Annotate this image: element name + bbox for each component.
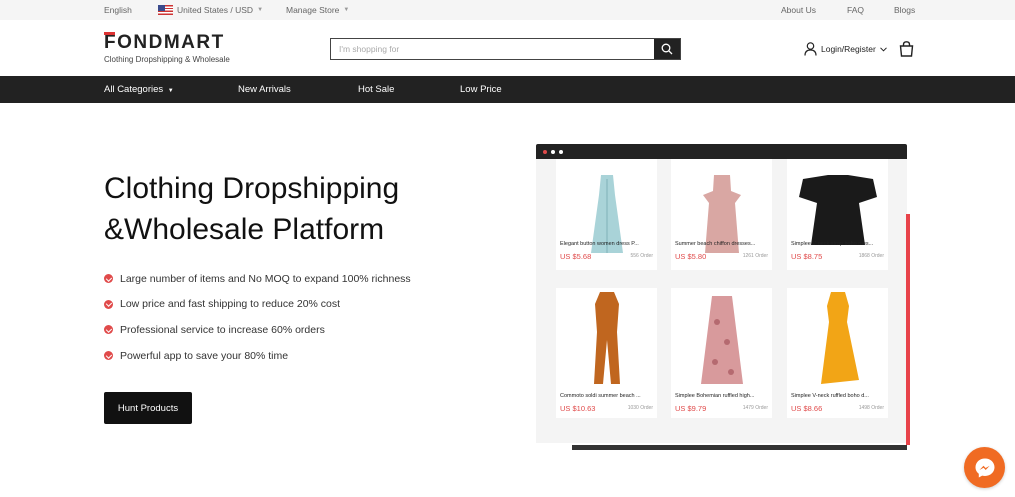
nav-low-price[interactable]: Low Price: [460, 84, 502, 95]
nav-hot-sale[interactable]: Hot Sale: [358, 84, 394, 95]
check-circle-icon: [104, 299, 113, 309]
region-selector[interactable]: United States / USD ▼: [158, 5, 263, 15]
language-label: English: [104, 5, 132, 15]
hero-title-line1: Clothing Dropshipping: [104, 172, 400, 205]
window-dot-icon: [543, 150, 547, 154]
logo-accent-mark: [104, 32, 115, 35]
feature-text: Large number of items and No MOQ to expa…: [120, 272, 411, 285]
login-register-menu[interactable]: Login/Register: [804, 42, 887, 56]
product-price: US $8.75: [791, 252, 823, 261]
language-selector[interactable]: English: [104, 5, 132, 15]
skirt-icon: [700, 296, 743, 384]
search-button[interactable]: [654, 39, 680, 59]
product-orders: 1868 Order: [858, 253, 884, 259]
login-register-label: Login/Register: [821, 44, 876, 54]
product-card[interactable]: Commoto soldi summer beach ... US $10.63…: [556, 288, 657, 418]
product-price: US $5.80: [675, 252, 707, 261]
product-showcase-mockup: Elegant button women dress P... US $5.68…: [536, 144, 910, 450]
feature-list: Large number of items and No MOQ to expa…: [104, 266, 411, 368]
feature-text: Professional service to increase 60% ord…: [120, 323, 325, 336]
chevron-down-icon: ▼: [257, 7, 264, 13]
feature-text: Low price and fast shipping to reduce 20…: [120, 298, 341, 311]
product-image: [671, 288, 772, 386]
messenger-icon: [975, 458, 994, 477]
dress-icon: [820, 292, 859, 384]
window-dot-icon: [551, 150, 555, 154]
tagline: Clothing Dropshipping & Wholesale: [104, 55, 230, 64]
chevron-down-icon: ▼: [343, 7, 350, 13]
product-price: US $9.79: [675, 404, 707, 413]
product-orders: 1498 Order: [858, 405, 884, 411]
product-orders: 556 Order: [630, 253, 653, 259]
window-dot-icon: [559, 150, 563, 154]
logo[interactable]: FONDMART: [104, 32, 225, 54]
nav-all-categories[interactable]: All Categories ▼: [104, 84, 174, 95]
feature-item: Large number of items and No MOQ to expa…: [104, 266, 411, 292]
product-name: Summer beach chiffon dresses...: [675, 241, 756, 247]
caret-down-icon: ▼: [167, 88, 174, 94]
product-orders: 1030 Order: [627, 405, 653, 411]
feature-item: Professional service to increase 60% ord…: [104, 317, 411, 343]
site-header: FONDMART Clothing Dropshipping & Wholesa…: [0, 20, 1015, 76]
mockup-scrollbar: [906, 214, 910, 445]
product-name: Simplee Bohemian ruffled high...: [675, 393, 755, 399]
product-orders: 1261 Order: [742, 253, 768, 259]
blogs-link[interactable]: Blogs: [894, 5, 915, 15]
chevron-down-icon: [879, 46, 887, 52]
check-circle-icon: [104, 325, 113, 335]
product-card[interactable]: Simplee Bohemian ruffled high... US $9.7…: [671, 288, 772, 418]
feature-item: Powerful app to save your 80% time: [104, 343, 411, 369]
hunt-products-button[interactable]: Hunt Products: [104, 392, 192, 424]
product-image: [556, 288, 657, 386]
product-grid: Elegant button women dress P... US $5.68…: [536, 159, 907, 443]
manage-store-label: Manage Store: [286, 5, 340, 15]
region-label: United States / USD: [177, 5, 254, 15]
logo-text: FONDMART: [104, 32, 225, 53]
manage-store-menu[interactable]: Manage Store ▼: [286, 5, 349, 15]
hero-title: Clothing Dropshipping &Wholesale Platfor…: [104, 168, 399, 250]
feature-text: Powerful app to save your 80% time: [120, 349, 289, 362]
shopping-bag-icon: [899, 41, 914, 57]
product-orders: 1479 Order: [742, 405, 768, 411]
product-image: [787, 288, 888, 386]
about-link[interactable]: About Us: [781, 5, 816, 15]
product-price: US $8.66: [791, 404, 823, 413]
product-card[interactable]: Simplee V-neck ruffled boho d... US $8.6…: [787, 288, 888, 418]
top-utility-bar: English United States / USD ▼ Manage Sto…: [0, 0, 1015, 20]
product-name: Simplee V neck strap boho mes...: [791, 241, 874, 247]
main-nav: All Categories ▼ New Arrivals Hot Sale L…: [0, 76, 1015, 103]
cart-button[interactable]: [899, 41, 914, 62]
feature-item: Low price and fast shipping to reduce 20…: [104, 292, 411, 318]
jumpsuit-icon: [593, 292, 620, 384]
product-name: Commoto soldi summer beach ...: [560, 393, 641, 399]
nav-all-categories-label: All Categories: [104, 84, 164, 95]
search-icon: [661, 43, 673, 55]
product-price: US $5.68: [560, 252, 592, 261]
check-circle-icon: [104, 351, 113, 361]
nav-new-arrivals[interactable]: New Arrivals: [238, 84, 291, 95]
product-card[interactable]: Summer beach chiffon dresses... US $5.80…: [671, 159, 772, 270]
product-name: Simplee V-neck ruffled boho d...: [791, 393, 869, 399]
product-name: Elegant button women dress P...: [560, 241, 639, 247]
search-input[interactable]: [331, 39, 651, 59]
us-flag-icon: [158, 5, 173, 15]
messenger-chat-button[interactable]: [964, 447, 1005, 488]
hero-title-line2: &Wholesale Platform: [104, 213, 385, 246]
search-bar: [330, 38, 681, 60]
product-card[interactable]: Elegant button women dress P... US $5.68…: [556, 159, 657, 270]
mockup-window-bar: [536, 144, 907, 159]
product-card[interactable]: Simplee V neck strap boho mes... US $8.7…: [787, 159, 888, 270]
faq-link[interactable]: FAQ: [847, 5, 864, 15]
mockup-bottom-bar: [572, 445, 907, 450]
check-circle-icon: [104, 274, 113, 284]
user-icon: [804, 42, 817, 56]
product-price: US $10.63: [560, 404, 596, 413]
